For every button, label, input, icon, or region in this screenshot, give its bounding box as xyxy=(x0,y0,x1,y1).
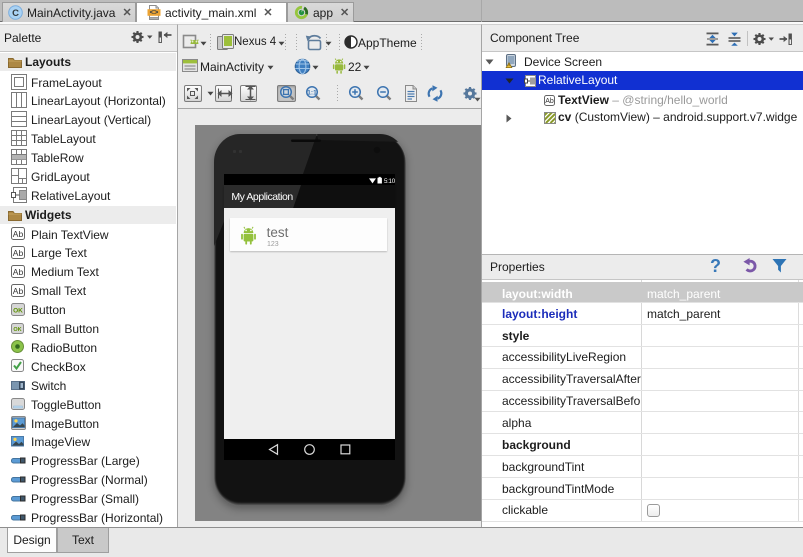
svg-text:Ab: Ab xyxy=(13,285,24,295)
svg-text:OK: OK xyxy=(13,307,23,314)
svg-text:Ab: Ab xyxy=(13,267,24,277)
svg-text:Ab: Ab xyxy=(13,229,24,239)
svg-text:C: C xyxy=(12,8,19,19)
svg-text:Ab: Ab xyxy=(13,248,24,258)
svg-text:1:1: 1:1 xyxy=(307,90,317,97)
svg-text:Ab: Ab xyxy=(545,98,554,105)
svg-text:<>: <> xyxy=(150,8,159,17)
svg-text:OK: OK xyxy=(13,327,21,333)
